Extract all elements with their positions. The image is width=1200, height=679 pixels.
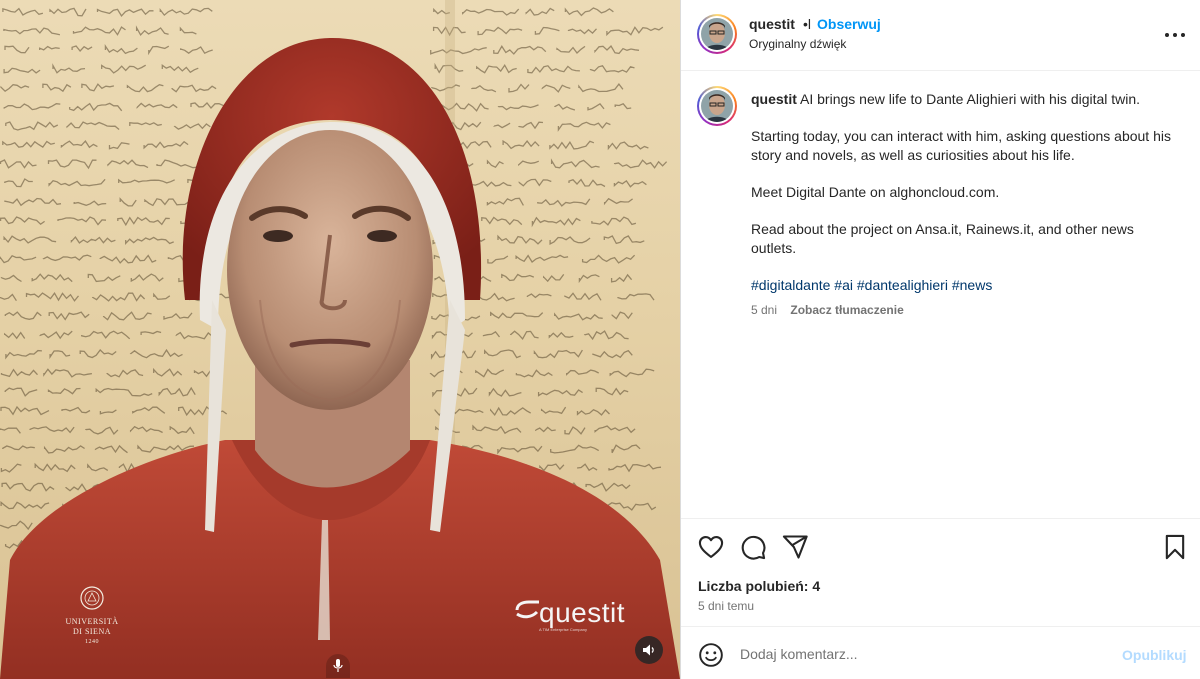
more-options-icon[interactable]: [1161, 22, 1189, 46]
dante-portrait: [0, 37, 680, 679]
audio-toggle-button[interactable]: [635, 636, 663, 664]
hashtag-link[interactable]: #digitaldante: [751, 277, 830, 293]
microphone-icon[interactable]: [326, 654, 350, 678]
post-header: questit •l Obserwuj Oryginalny dźwięk: [681, 0, 1200, 71]
caption-age: 5 dni: [751, 303, 778, 317]
verified-mark: •l: [803, 16, 812, 32]
follow-button[interactable]: Obserwuj: [817, 16, 881, 32]
caption-paragraph-3: Meet Digital Dante on alghoncloud.com.: [751, 184, 1000, 200]
heart-icon[interactable]: [697, 533, 725, 561]
hashtag-link[interactable]: #news: [952, 277, 992, 293]
questit-watermark: questit A TIM Enterprise Company: [515, 597, 625, 632]
caption-paragraph-2: Starting today, you can interact with hi…: [751, 128, 1171, 163]
author-username[interactable]: questit: [749, 16, 795, 32]
see-translation-button[interactable]: Zobacz tłumaczenie: [790, 303, 903, 317]
questit-mark-icon: [515, 600, 539, 619]
caption-paragraph-1: AI brings new life to Dante Alighieri wi…: [800, 91, 1141, 107]
audio-link[interactable]: Oryginalny dźwięk: [749, 37, 846, 51]
post-actions: Liczba polubień: 4 5 dni temu: [681, 518, 1200, 626]
likes-count[interactable]: Liczba polubień: 4: [698, 578, 820, 594]
author-avatar[interactable]: [697, 14, 737, 54]
post-side-panel: questit •l Obserwuj Oryginalny dźwięk qu…: [680, 0, 1200, 679]
caption-meta: 5 dni Zobacz tłumaczenie: [751, 303, 904, 317]
siena-logo-line1: UNIVERSITÀ: [65, 617, 119, 626]
siena-logo-line3: 1240: [85, 639, 99, 645]
audio-icon: [643, 644, 654, 656]
publish-button[interactable]: Opublikuj: [1122, 647, 1187, 663]
siena-logo-line2: DI SIENA: [73, 627, 111, 636]
questit-logo-subtitle: A TIM Enterprise Company: [539, 627, 587, 632]
comment-icon[interactable]: [739, 533, 767, 561]
university-siena-logo: UNIVERSITÀ DI SIENA 1240: [62, 585, 122, 647]
comment-input[interactable]: [740, 643, 1100, 665]
post-caption: questit AI brings new life to Dante Alig…: [681, 72, 1200, 518]
emoji-icon[interactable]: [698, 642, 724, 668]
avatar: [701, 90, 733, 122]
caption-body: questit AI brings new life to Dante Alig…: [751, 90, 1181, 313]
comment-bar: Opublikuj: [681, 626, 1200, 679]
share-icon[interactable]: [781, 533, 809, 561]
caption-username[interactable]: questit: [751, 91, 797, 107]
caption-paragraph-4: Read about the project on Ansa.it, Raine…: [751, 221, 1134, 256]
hashtag-link[interactable]: #dantealighieri: [857, 277, 948, 293]
questit-logo-text: questit: [539, 597, 625, 628]
post-media[interactable]: UNIVERSITÀ DI SIENA 1240 questit A TIM E…: [0, 0, 680, 679]
caption-avatar[interactable]: [697, 86, 737, 126]
siena-seal-icon: [80, 586, 104, 610]
post-date: 5 dni temu: [698, 599, 755, 613]
hashtag-list: #digitaldante #ai #dantealighieri #news: [751, 276, 1181, 295]
hashtag-link[interactable]: #ai: [834, 277, 853, 293]
avatar: [701, 18, 733, 50]
bookmark-icon[interactable]: [1161, 533, 1189, 561]
